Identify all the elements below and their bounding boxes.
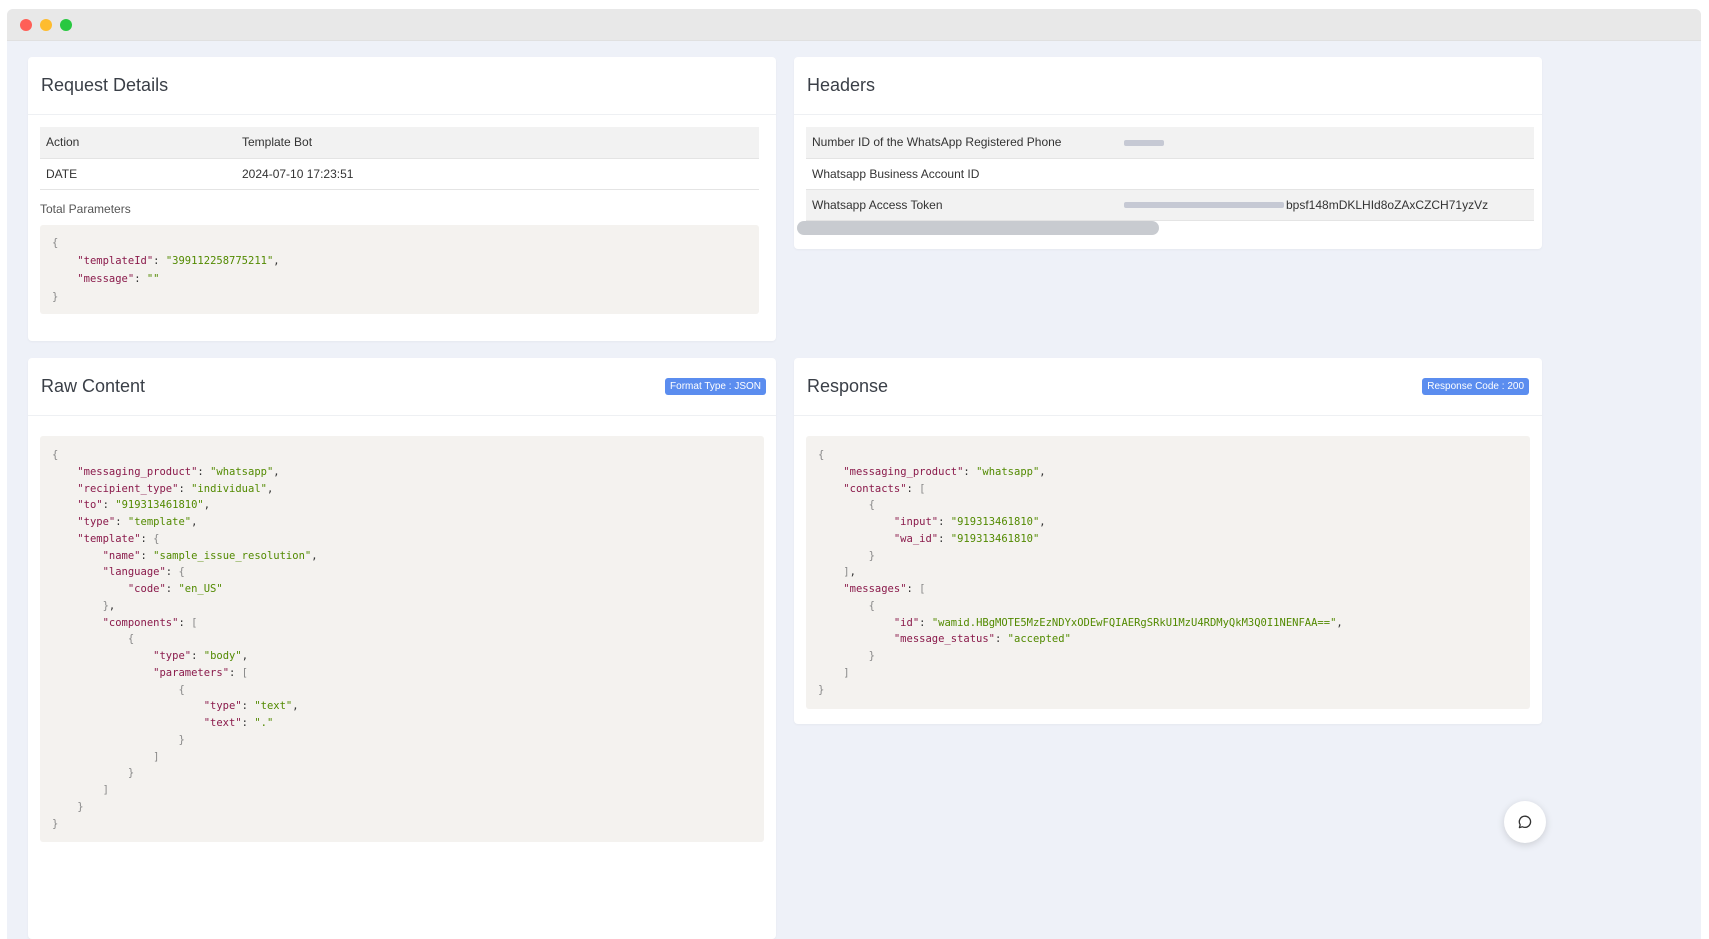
row-value [1118, 158, 1534, 190]
row-key: Action [40, 127, 236, 159]
row-value: Template Bot [236, 127, 759, 159]
card-title: Response [807, 376, 889, 396]
headers-header: Headers [794, 57, 1542, 115]
row-key: Whatsapp Business Account ID [806, 158, 1118, 190]
response-card: Response Response Code : 200 { "messagin… [794, 358, 1542, 724]
title-bar [7, 9, 1701, 41]
headers-card: Headers Number ID of the WhatsApp Regist… [794, 57, 1542, 249]
row-key: Whatsapp Access Token [806, 189, 1118, 221]
headers-table: Number ID of the WhatsApp Registered Pho… [806, 127, 1534, 221]
response-header: Response Response Code : 200 [794, 358, 1542, 416]
format-type-badge: Format Type : JSON [665, 378, 766, 395]
row-value [1118, 127, 1534, 159]
total-parameters-label: Total Parameters [40, 201, 131, 216]
table-row: Action Template Bot [40, 127, 759, 159]
redacted-value [1124, 202, 1284, 209]
app-window: Request Details Action Template Bot DATE… [7, 9, 1701, 939]
table-row: DATE 2024-07-10 17:23:51 [40, 158, 759, 190]
card-title: Headers [807, 75, 876, 95]
close-window-button[interactable] [20, 19, 32, 31]
parameters-code-block: { "templateId": "399112258775211", "mess… [40, 224, 759, 314]
token-value: bpsf148mDKLHId8oZAxCZCH71yzVz [1286, 197, 1489, 212]
minimize-window-button[interactable] [40, 19, 52, 31]
raw-content-header: Raw Content Format Type : JSON [28, 358, 776, 416]
chat-bubble-icon [1518, 815, 1532, 829]
row-value: bpsf148mDKLHId8oZAxCZCH71yzVz [1118, 189, 1534, 221]
raw-content-code-block: { "messaging_product": "whatsapp", "reci… [40, 436, 764, 842]
maximize-window-button[interactable] [60, 19, 72, 31]
request-details-card: Request Details Action Template Bot DATE… [28, 57, 776, 341]
response-code-badge: Response Code : 200 [1422, 378, 1529, 395]
card-title: Request Details [41, 75, 169, 95]
row-value: 2024-07-10 17:23:51 [236, 158, 759, 190]
table-row: Whatsapp Business Account ID [806, 158, 1534, 190]
table-row: Number ID of the WhatsApp Registered Pho… [806, 127, 1534, 159]
redacted-value [1124, 140, 1164, 147]
row-key: DATE [40, 158, 236, 190]
table-row: Whatsapp Access Token bpsf148mDKLHId8oZA… [806, 189, 1534, 221]
response-code-block: { "messaging_product": "whatsapp", "cont… [806, 436, 1530, 709]
card-title: Raw Content [41, 376, 146, 396]
chat-button[interactable] [1504, 801, 1546, 843]
request-details-table: Action Template Bot DATE 2024-07-10 17:2… [40, 127, 759, 190]
raw-content-card: Raw Content Format Type : JSON { "messag… [28, 358, 776, 939]
horizontal-scrollbar[interactable] [797, 221, 1159, 235]
row-key: Number ID of the WhatsApp Registered Pho… [806, 127, 1118, 159]
request-details-header: Request Details [28, 57, 776, 115]
